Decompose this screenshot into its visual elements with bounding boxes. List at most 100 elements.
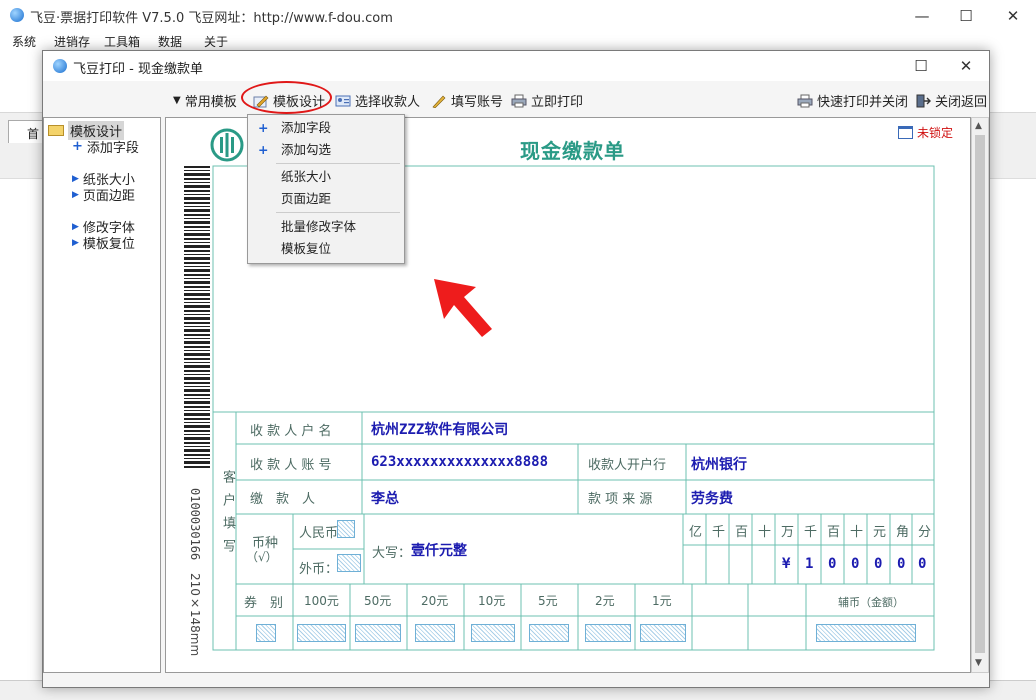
select-payee-button[interactable]: 选择收款人 — [335, 91, 420, 110]
menu-item-add-field[interactable]: + 添加字段 — [248, 117, 404, 139]
digit-header: 分 — [918, 525, 932, 540]
denomination-input[interactable] — [640, 624, 686, 642]
plus-icon: + — [72, 139, 83, 154]
denomination-input[interactable] — [256, 624, 276, 642]
highlight-ellipse — [241, 81, 332, 114]
print-now-button[interactable]: 立即打印 — [511, 91, 583, 110]
select-payee-label: 选择收款人 — [355, 95, 421, 110]
denomination-input[interactable] — [355, 624, 401, 642]
dialog-title: 飞豆打印 - 现金缴款单 — [73, 62, 203, 77]
payer-value[interactable]: 李总 — [371, 488, 399, 508]
close-return-label: 关闭返回 — [935, 95, 988, 110]
menu-item-label: 添加字段 — [281, 120, 332, 135]
payee-name-value[interactable]: 杭州ZZZ软件有限公司 — [371, 419, 508, 439]
digit-value: ¥ — [782, 556, 791, 572]
bank-value[interactable]: 杭州银行 — [691, 454, 747, 474]
app-title: 飞豆·票据打印软件 V7.5.0 飞豆网址：http://www.f-dou.c… — [30, 11, 393, 26]
denomination-input[interactable] — [471, 624, 515, 642]
digit-header: 万 — [781, 525, 795, 540]
denomination-label: 50元 — [364, 594, 392, 608]
rmb-label: 人民币 — [299, 526, 339, 541]
denomination-input[interactable] — [585, 624, 631, 642]
dialog-logo-icon — [53, 59, 67, 73]
dialog-maximize-icon[interactable]: ☐ — [898, 51, 944, 81]
tree-item-page-margin[interactable]: ▶ 页面边距 — [72, 185, 135, 204]
canvas-vertical-scrollbar[interactable]: ▲ ▼ — [971, 117, 989, 673]
denomination-label: 2元 — [595, 594, 615, 608]
plus-icon: + — [258, 142, 269, 157]
auxiliary-label: 辅币（金额） — [838, 596, 904, 609]
amount-words-label: 大写： — [372, 546, 412, 561]
tree-item-label: 页面边距 — [82, 189, 135, 204]
menu-data[interactable]: 数据 — [158, 33, 182, 50]
denomination-label: 10元 — [478, 594, 506, 608]
rmb-checkbox[interactable] — [337, 520, 355, 538]
print-dialog: 飞豆打印 - 现金缴款单 ☐ ✕ ▼ 常用模板 模板设计 选择收款人 填写账号 … — [42, 50, 990, 688]
quick-print-close-button[interactable]: 快速打印并关闭 — [797, 91, 908, 110]
menu-item-label: 纸张大小 — [281, 169, 332, 184]
foreign-currency-checkbox[interactable] — [337, 554, 361, 572]
source-value[interactable]: 劳务费 — [691, 488, 733, 508]
menu-item-page-margin[interactable]: 页面边距 — [248, 188, 404, 210]
amount-words-value[interactable]: 壹仟元整 — [411, 540, 467, 560]
digit-value: 0 — [828, 556, 837, 572]
digit-value: 0 — [897, 556, 906, 572]
app-logo-icon — [10, 8, 24, 22]
denomination-input[interactable] — [297, 624, 346, 642]
printer-icon — [797, 94, 813, 107]
folder-icon — [48, 125, 64, 136]
menu-item-label: 模板复位 — [281, 241, 332, 256]
close-icon[interactable]: ✕ — [990, 0, 1036, 31]
menu-item-batch-font[interactable]: 批量修改字体 — [248, 216, 404, 238]
menu-item-template-reset[interactable]: 模板复位 — [248, 238, 404, 260]
digit-header: 亿 — [689, 525, 703, 540]
denomination-input[interactable] — [415, 624, 455, 642]
coupon-label: 券 别 — [244, 596, 284, 611]
minimize-icon[interactable]: — — [899, 0, 945, 31]
pencil-icon — [432, 95, 446, 108]
common-templates-button[interactable]: ▼ 常用模板 — [173, 91, 237, 110]
maximize-icon[interactable]: ☐ — [943, 0, 989, 31]
dialog-close-icon[interactable]: ✕ — [943, 51, 989, 81]
menu-about[interactable]: 关于 — [204, 33, 228, 50]
quick-print-close-label: 快速打印并关闭 — [817, 95, 909, 110]
customer-fill-label: 客户填写 — [220, 470, 235, 562]
auxiliary-input[interactable] — [816, 624, 916, 642]
print-now-label: 立即打印 — [531, 95, 584, 110]
menu-toolbox[interactable]: 工具箱 — [104, 33, 140, 50]
digit-header: 千 — [712, 525, 726, 540]
source-label: 款 项 来 源 — [588, 492, 653, 507]
denomination-label: 20元 — [421, 594, 449, 608]
digit-header: 百 — [735, 525, 749, 540]
app-title-bar: 飞豆·票据打印软件 V7.5.0 飞豆网址：http://www.f-dou.c… — [0, 0, 1036, 31]
payee-account-value[interactable]: 623xxxxxxxxxxxxxx8888 — [371, 454, 548, 470]
menu-inventory[interactable]: 进销存 — [54, 33, 90, 50]
payer-label: 缴 款 人 — [250, 492, 316, 507]
digit-value: 0 — [874, 556, 883, 572]
tree-item-label: 添加字段 — [86, 141, 139, 156]
printer-icon — [511, 94, 527, 107]
scroll-thumb[interactable] — [975, 135, 985, 653]
digit-header: 角 — [896, 525, 910, 540]
plus-icon: + — [258, 120, 269, 135]
menu-item-add-checkbox[interactable]: + 添加勾选 — [248, 139, 404, 161]
denomination-input[interactable] — [529, 624, 569, 642]
denomination-label: 5元 — [538, 594, 558, 608]
template-design-menu: + 添加字段 + 添加勾选 纸张大小 页面边距 批量修改字体 模板复位 — [247, 114, 405, 264]
close-return-button[interactable]: 关闭返回 — [915, 91, 987, 110]
arrow-right-icon: ▶ — [72, 173, 79, 184]
app-menu-bar: 系统 进销存 工具箱 数据 关于 — [0, 31, 1036, 51]
digit-header: 千 — [804, 525, 818, 540]
currency-check-label: （√） — [246, 550, 278, 564]
menu-separator — [276, 212, 400, 213]
tree-item-add-field[interactable]: + 添加字段 — [72, 137, 139, 156]
scroll-down-icon[interactable]: ▼ — [975, 658, 982, 668]
fill-account-button[interactable]: 填写账号 — [431, 91, 503, 110]
scroll-up-icon[interactable]: ▲ — [975, 121, 982, 131]
menu-system[interactable]: 系统 — [12, 33, 36, 50]
dropdown-arrow-icon: ▼ — [173, 95, 181, 106]
digit-value: 0 — [918, 556, 927, 572]
tree-item-template-reset[interactable]: ▶ 模板复位 — [72, 233, 135, 252]
bank-label: 收款人开户行 — [588, 458, 667, 473]
menu-item-paper-size[interactable]: 纸张大小 — [248, 166, 404, 188]
